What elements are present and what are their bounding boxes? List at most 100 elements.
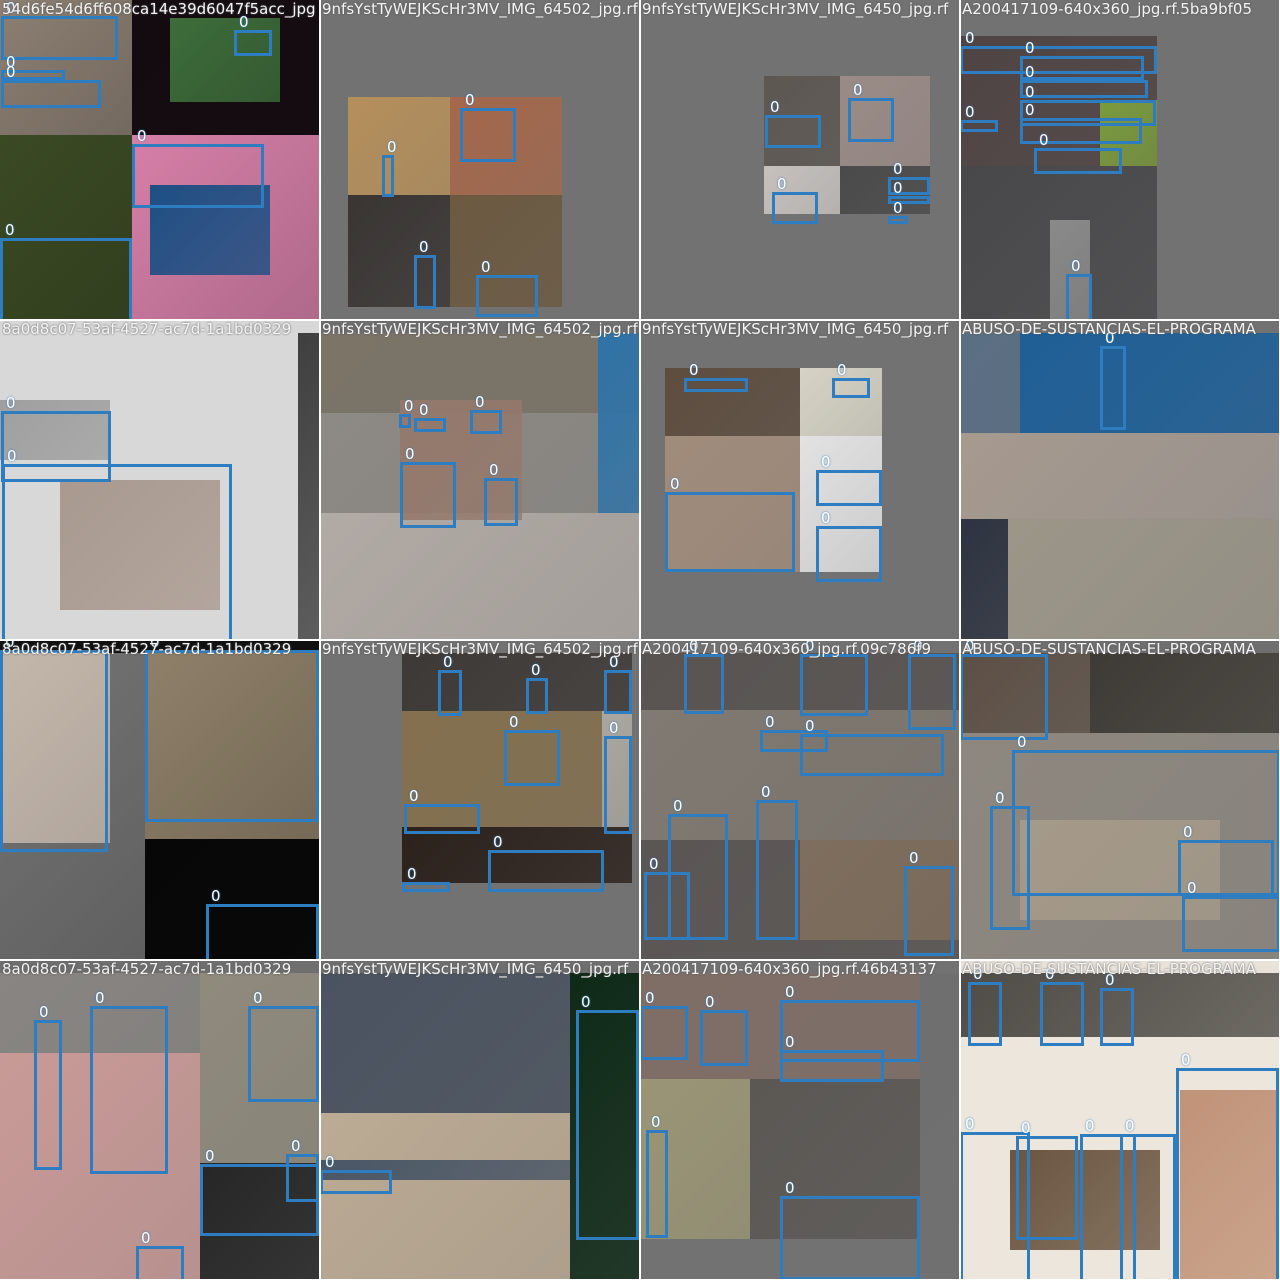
bounding-box: 0 [248, 990, 319, 1102]
tile-filename: 9nfsYstTyWEJKScHr3MV_IMG_6450_jpg.rf [642, 320, 949, 338]
bounding-box: 0 [1066, 258, 1092, 319]
class-label: 0 [419, 401, 429, 419]
augmented-tile: 0 0 0 0 0 0 0 0 0 A200417109-640x360_jpg.rf.09c78… [640, 640, 959, 959]
bounding-box: 0 [640, 990, 688, 1060]
tile-filename: 8a0d8c07-53af-4527-ac7d-1a1bd0329 [2, 960, 292, 978]
grid-divider [0, 639, 1280, 641]
tile-filename: 9nfsYstTyWEJKScHr3MV_IMG_64502_jpg.rf [322, 640, 638, 658]
bounding-box: 0 [665, 476, 795, 572]
bounding-box: 0 [1120, 1118, 1176, 1279]
bounding-box: 0 [848, 82, 894, 142]
bounding-box: 0 [888, 200, 908, 224]
bounding-box: 0 [1182, 880, 1279, 952]
class-label: 0 [965, 103, 975, 121]
bounding-box: 0 [402, 866, 450, 892]
bounding-box: 0 [1020, 40, 1144, 80]
photo-patch [348, 97, 450, 195]
class-label: 0 [785, 1179, 795, 1197]
class-label: 0 [909, 849, 919, 867]
class-label: 0 [1125, 1117, 1135, 1135]
augmented-tile: 0 0 0 0 9nfsYstTyWEJKScHr3MV_IMG_64502_jpg.r… [320, 0, 639, 319]
bounding-box: 0 [206, 888, 319, 959]
class-label: 0 [39, 1003, 49, 1021]
class-label: 0 [761, 783, 771, 801]
photo-patch [960, 433, 1279, 519]
class-label: 0 [493, 833, 503, 851]
bounding-box: 0 [1, 0, 118, 60]
class-label: 0 [609, 719, 619, 737]
bounding-box: 0 [0, 222, 132, 319]
tile-filename: 9nfsYstTyWEJKScHr3MV_IMG_6450_jpg.rf [322, 960, 629, 978]
augmented-tile: 0 0 0 8a0d8c07-53af-4527-ac7d-1a1bd0329 [0, 640, 319, 959]
bounding-box: 0 [136, 1230, 184, 1279]
photo-patch [320, 1113, 570, 1279]
bounding-box: 0 [990, 790, 1030, 930]
tile-filename: 9nfsYstTyWEJKScHr3MV_IMG_6450_jpg.rf [642, 0, 949, 18]
tile-filename: A200417109-640x360_jpg.rf.46b43137 [642, 960, 937, 978]
grid-divider [0, 959, 1280, 961]
class-label: 0 [489, 461, 499, 479]
class-label: 0 [670, 475, 680, 493]
bounding-box: 0 [34, 1004, 62, 1170]
class-label: 0 [805, 717, 815, 735]
tile-filename: A200417109-640x360_jpg.rf.5ba9bf05 [962, 0, 1252, 18]
bounding-box: 0 [576, 994, 639, 1240]
bounding-box: 0 [644, 856, 690, 940]
class-label: 0 [387, 138, 397, 156]
class-label: 0 [325, 1153, 335, 1171]
class-label: 0 [581, 993, 591, 1011]
class-label: 0 [6, 394, 16, 412]
augmented-tile: 0 0 0 0 0 0 0 0 ABUSO-DE-SUSTANCIAS-EL-PROGRAMA [960, 960, 1279, 1279]
bounding-box: 0 [404, 788, 480, 834]
tile-filename: ABUSO-DE-SUSTANCIAS-EL-PROGRAMA [962, 640, 1256, 658]
class-label: 0 [409, 787, 419, 805]
class-label: 0 [7, 447, 17, 465]
bounding-box: 0 [904, 850, 954, 956]
class-label: 0 [785, 983, 795, 1001]
bounding-box: 0 [90, 990, 168, 1174]
class-label: 0 [1021, 1119, 1031, 1137]
class-label: 0 [531, 661, 541, 679]
bounding-box: 0 [960, 104, 998, 132]
bounding-box: 0 [400, 446, 456, 528]
class-label: 0 [481, 258, 491, 276]
photo-patch [1008, 519, 1279, 639]
bounding-box: 0 [604, 654, 632, 714]
tile-filename: ABUSO-DE-SUSTANCIAS-EL-PROGRAMA [962, 320, 1256, 338]
bounding-box: 0 [772, 176, 818, 224]
class-label: 0 [893, 179, 903, 197]
bounding-box: 0 [414, 402, 446, 432]
bounding-box: 0 [684, 362, 748, 392]
class-label: 0 [965, 29, 975, 47]
class-label: 0 [821, 453, 831, 471]
bounding-box: 0 [765, 99, 821, 148]
class-label: 0 [965, 1115, 975, 1133]
photo-patch [598, 333, 639, 513]
class-label: 0 [1017, 733, 1027, 751]
augmented-tile: 0 0 0 0 0 0 54d6fe54d6ff608ca14e39d6047f5acc_j… [0, 0, 319, 319]
augmented-tile: 0 0 9nfsYstTyWEJKScHr3MV_IMG_6450_jpg.rf [320, 960, 639, 1279]
class-label: 0 [821, 509, 831, 527]
class-label: 0 [141, 1229, 151, 1247]
bounding-box: 0 [816, 454, 882, 506]
class-label: 0 [1025, 83, 1035, 101]
class-label: 0 [1025, 63, 1035, 81]
class-label: 0 [253, 989, 263, 1007]
bounding-box: 0 [526, 662, 548, 714]
class-label: 0 [777, 175, 787, 193]
class-label: 0 [651, 1113, 661, 1131]
bounding-box: 0 [646, 1114, 668, 1238]
photo-patch [920, 973, 959, 1279]
bounding-box: 0 [800, 640, 868, 716]
class-label: 0 [645, 989, 655, 1007]
augmented-tile: 0 0 0 0 0 0 0 0 A200417109-640x360_jpg.rf.5ba9bf… [960, 0, 1279, 319]
class-label: 0 [211, 887, 221, 905]
tile-filename: 9nfsYstTyWEJKScHr3MV_IMG_64502_jpg.rf [322, 0, 638, 18]
bounding-box: 0 [1, 64, 101, 108]
tile-filename: 8a0d8c07-53af-4527-ac7d-1a1bd0329 [2, 640, 292, 658]
bounding-box: 0 [832, 362, 870, 398]
bounding-box: 0 [1100, 330, 1126, 430]
bounding-box: 0 [1034, 132, 1122, 174]
class-label: 0 [649, 855, 659, 873]
bounding-box: 0 [488, 834, 604, 892]
